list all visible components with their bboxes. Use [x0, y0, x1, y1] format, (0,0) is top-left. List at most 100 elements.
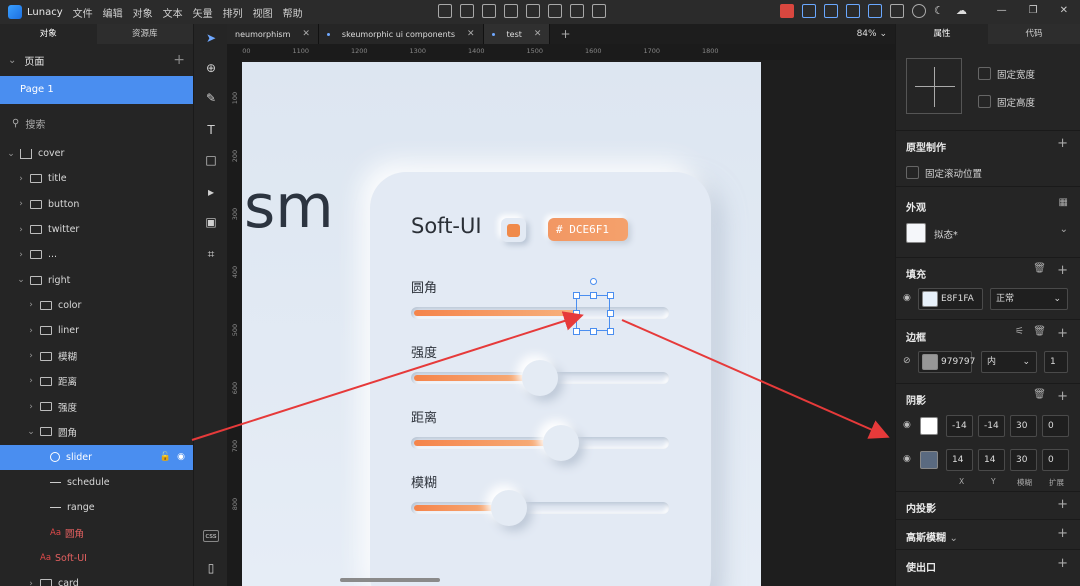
cloud-icon[interactable]: ☁ [956, 4, 970, 18]
add-icon[interactable]: + [1057, 497, 1068, 512]
layer-row[interactable]: slider 🔓 ◉ [0, 444, 193, 470]
menu-help[interactable]: 帮助 [283, 5, 303, 20]
moon-icon[interactable]: ☾ [934, 4, 948, 18]
hex-pill[interactable]: # DCE6F1 [548, 218, 628, 241]
fix-width-checkbox[interactable] [978, 67, 991, 80]
layer-row[interactable]: Aa 圆角 [0, 520, 193, 545]
chevron-right-icon[interactable]: › [16, 225, 26, 235]
crop-tool-icon[interactable]: ⌗ [203, 246, 219, 262]
rotate-icon[interactable] [526, 4, 540, 18]
close-tab-icon[interactable]: ✕ [534, 29, 542, 39]
style-preview-swatch[interactable] [906, 223, 926, 243]
fill-color-swatch[interactable] [922, 291, 938, 307]
plugin-icon[interactable] [780, 4, 794, 18]
layer-row[interactable]: ⌄ right [0, 267, 193, 292]
layout-icon[interactable] [802, 4, 816, 18]
canvas[interactable]: sm Soft-UI # DCE6F1 圆角 强度 距离 模糊 [242, 60, 895, 586]
fix-height-checkbox[interactable] [978, 95, 991, 108]
chevron-down-icon[interactable]: ⌄ [26, 427, 36, 437]
chevron-right-icon[interactable]: › [26, 402, 36, 412]
selection-box[interactable] [576, 295, 610, 331]
shadow-y-input[interactable]: -14 [978, 415, 1005, 437]
chevron-right-icon[interactable]: › [16, 199, 26, 209]
menu-object[interactable]: 对象 [133, 5, 153, 20]
zoom-level[interactable]: 84% ⌄ [857, 24, 887, 44]
chevron-right-icon[interactable]: › [26, 326, 36, 336]
layer-row[interactable]: › 强度 [0, 394, 193, 419]
resize-handle[interactable] [607, 292, 614, 299]
add-icon[interactable]: + [1057, 326, 1068, 341]
shadow-blur-input[interactable]: 30 [1010, 449, 1037, 471]
resize-handle[interactable] [573, 310, 580, 317]
slider-track[interactable] [411, 502, 669, 514]
send-icon[interactable] [592, 4, 606, 18]
chevron-down-icon[interactable]: ⌄ [8, 55, 16, 66]
tab-code[interactable]: 代码 [988, 24, 1080, 44]
layer-row[interactable]: › title [0, 166, 193, 191]
layer-row[interactable]: › 距离 [0, 369, 193, 394]
tab-library[interactable]: 资源库 [96, 24, 193, 44]
resize-handle[interactable] [590, 292, 597, 299]
chevron-right-icon[interactable]: › [26, 579, 36, 586]
resize-handle[interactable] [607, 328, 614, 335]
flip-icon[interactable] [570, 4, 584, 18]
fix-scroll-checkbox[interactable] [906, 166, 919, 179]
card-title[interactable]: Soft-UI [411, 214, 482, 238]
page-item[interactable]: Page 1 [0, 76, 193, 104]
chevron-right-icon[interactable]: › [26, 351, 36, 361]
rectangle-tool-icon[interactable]: □ [203, 152, 219, 168]
chevron-right-icon[interactable]: › [16, 174, 26, 184]
slider-track[interactable] [411, 437, 669, 449]
close-icon[interactable]: ✕ [1060, 5, 1068, 16]
pointer-tool-icon[interactable]: ▸ [203, 184, 219, 200]
maximize-icon[interactable]: ❐ [1029, 5, 1038, 16]
close-tab-icon[interactable]: ✕ [302, 29, 310, 39]
chevron-down-icon[interactable]: ⌄ [949, 533, 957, 544]
appearance-style[interactable]: 拟态* [934, 227, 958, 241]
tab-properties[interactable]: 属性 [896, 24, 988, 44]
artboard[interactable]: sm Soft-UI # DCE6F1 圆角 强度 距离 模糊 [242, 62, 761, 586]
chevron-down-icon[interactable]: ⌄ [1060, 224, 1068, 235]
new-tab-icon[interactable]: + [550, 24, 580, 44]
pen-tool-icon[interactable]: ✎ [203, 90, 219, 106]
shadow-spread-input[interactable]: 0 [1042, 449, 1069, 471]
horizontal-scrollbar[interactable] [340, 578, 440, 582]
select-tool-icon[interactable]: ➤ [203, 30, 219, 46]
shadow-blur-input[interactable]: 30 [1010, 415, 1037, 437]
slice-icon[interactable] [868, 4, 882, 18]
slider-knob[interactable] [491, 490, 527, 526]
slider-track[interactable] [411, 307, 669, 319]
color-swatch[interactable] [501, 218, 526, 242]
border-settings-icon[interactable]: ⚟ [1015, 326, 1024, 337]
panel-toggle-icon[interactable]: ▯ [203, 560, 219, 576]
image-tool-icon[interactable]: ▣ [203, 214, 219, 230]
layer-row[interactable]: Aa Soft-UI [0, 546, 193, 571]
pixel-icon[interactable] [846, 4, 860, 18]
layer-row[interactable]: ⌄ cover [0, 141, 193, 166]
add-page-icon[interactable]: + [173, 52, 185, 68]
image-tool-icon[interactable] [438, 4, 452, 18]
layer-row[interactable]: › color [0, 293, 193, 318]
add-icon[interactable]: + [1057, 389, 1068, 404]
code-icon[interactable]: css [203, 530, 219, 542]
slider-knob[interactable] [522, 360, 558, 396]
add-icon[interactable]: + [1057, 526, 1068, 541]
layer-row[interactable]: range [0, 495, 193, 520]
add-icon[interactable]: + [1057, 556, 1068, 571]
menu-edit[interactable]: 编辑 [103, 5, 123, 20]
unlock-icon[interactable]: 🔓 [160, 452, 171, 462]
trash-icon[interactable]: 🗑 [1033, 389, 1046, 400]
menu-arrange[interactable]: 排列 [223, 5, 243, 20]
layer-row[interactable]: ⌄ 圆角 [0, 419, 193, 444]
component-icon[interactable] [482, 4, 496, 18]
eye-icon[interactable]: ◉ [903, 420, 911, 430]
eye-icon[interactable]: ◉ [903, 454, 911, 464]
resize-handle[interactable] [573, 328, 580, 335]
chevron-down-icon[interactable]: ⌄ [16, 275, 26, 285]
menu-vector[interactable]: 矢量 [193, 5, 213, 20]
eye-hidden-icon[interactable]: ⊘ [903, 356, 911, 366]
trash-icon[interactable]: 🗑 [1033, 263, 1046, 274]
layer-row[interactable]: › liner [0, 318, 193, 343]
menu-text[interactable]: 文本 [163, 5, 183, 20]
align-icon[interactable] [504, 4, 518, 18]
